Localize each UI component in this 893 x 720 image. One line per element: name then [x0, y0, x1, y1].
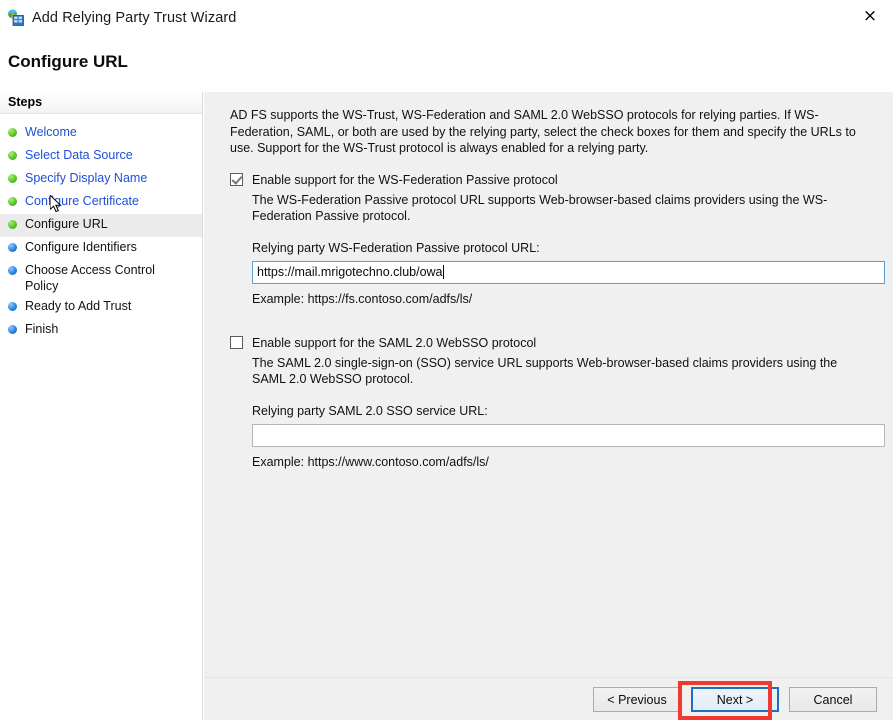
content-area: Steps Welcome Select Data Source Specify…	[0, 92, 893, 720]
sidebar-item-label: Ready to Add Trust	[25, 299, 132, 313]
intro-paragraph: AD FS supports the WS-Trust, WS-Federati…	[230, 108, 856, 155]
sidebar-item-label: Select Data Source	[25, 148, 133, 162]
step-bullet-icon	[8, 151, 17, 160]
close-icon[interactable]: ×	[847, 0, 893, 33]
wsfed-checkbox-row[interactable]: Enable support for the WS-Federation Pas…	[230, 173, 875, 187]
wsfed-section: The WS-Federation Passive protocol URL s…	[252, 192, 885, 306]
sidebar-item-label: Configure Certificate	[25, 194, 139, 208]
steps-sidebar: Steps Welcome Select Data Source Specify…	[0, 92, 203, 720]
saml-checkbox-label: Enable support for the SAML 2.0 WebSSO p…	[252, 335, 537, 350]
page-title: Configure URL	[8, 52, 128, 71]
sidebar-item-finish[interactable]: Finish	[0, 319, 202, 342]
sidebar-item-configure-url[interactable]: Configure URL	[0, 214, 202, 237]
sidebar-item-label: Choose Access Control Policy	[25, 263, 155, 293]
saml-section: The SAML 2.0 single-sign-on (SSO) servic…	[252, 355, 885, 469]
sidebar-item-label: Specify Display Name	[25, 171, 148, 185]
wsfed-url-value: https://mail.mrigotechno.club/owa	[257, 265, 443, 279]
steps-heading: Steps	[0, 92, 202, 114]
wsfed-url-label: Relying party WS-Federation Passive prot…	[252, 240, 540, 255]
next-button[interactable]: Next >	[691, 687, 779, 712]
wsfed-description: The WS-Federation Passive protocol URL s…	[252, 192, 828, 224]
sidebar-item-label: Configure URL	[25, 217, 108, 231]
sidebar-item-configure-identifiers[interactable]: Configure Identifiers	[0, 237, 202, 260]
steps-list: Welcome Select Data Source Specify Displ…	[0, 114, 202, 342]
saml-url-input[interactable]	[252, 423, 885, 447]
saml-description: The SAML 2.0 single-sign-on (SSO) servic…	[252, 355, 838, 387]
wsfed-checkbox-label: Enable support for the WS-Federation Pas…	[252, 172, 558, 187]
main-panel-inner: AD FS supports the WS-Trust, WS-Federati…	[204, 92, 893, 677]
dialog-footer: < Previous Next > Cancel	[204, 677, 893, 720]
footer-button-bar: < Previous Next > Cancel	[593, 687, 877, 712]
sidebar-item-specify-display-name[interactable]: Specify Display Name	[0, 168, 202, 191]
saml-url-example: Example: https://www.contoso.com/adfs/ls…	[252, 454, 489, 469]
saml-checkbox-row[interactable]: Enable support for the SAML 2.0 WebSSO p…	[230, 336, 875, 350]
network-window-icon	[7, 9, 25, 27]
sidebar-item-choose-access-control-policy[interactable]: Choose Access Control Policy	[0, 260, 202, 296]
sidebar-item-ready-to-add-trust[interactable]: Ready to Add Trust	[0, 296, 202, 319]
sidebar-item-label: Finish	[25, 322, 59, 336]
main-panel: AD FS supports the WS-Trust, WS-Federati…	[204, 92, 893, 720]
sidebar-item-configure-certificate[interactable]: Configure Certificate	[0, 191, 202, 214]
cancel-button[interactable]: Cancel	[789, 687, 877, 712]
step-bullet-icon	[8, 302, 17, 311]
title-bar: Add Relying Party Trust Wizard ×	[0, 0, 893, 36]
wsfed-url-example: Example: https://fs.contoso.com/adfs/ls/	[252, 291, 473, 306]
previous-button[interactable]: < Previous	[593, 687, 681, 712]
saml-url-label: Relying party SAML 2.0 SSO service URL:	[252, 403, 488, 418]
step-bullet-icon	[8, 128, 17, 137]
sidebar-item-label: Configure Identifiers	[25, 240, 137, 254]
sidebar-item-label: Welcome	[25, 125, 77, 139]
step-bullet-icon	[8, 197, 17, 206]
wsfed-checkbox[interactable]	[230, 173, 243, 186]
step-bullet-icon	[8, 243, 17, 252]
window-title: Add Relying Party Trust Wizard	[32, 10, 237, 26]
wsfed-url-input[interactable]: https://mail.mrigotechno.club/owa	[252, 260, 885, 284]
sidebar-item-select-data-source[interactable]: Select Data Source	[0, 145, 202, 168]
step-bullet-icon	[8, 325, 17, 334]
step-bullet-icon	[8, 266, 17, 275]
text-caret	[442, 265, 444, 279]
step-bullet-icon	[8, 174, 17, 183]
step-bullet-icon	[8, 220, 17, 229]
sidebar-item-welcome[interactable]: Welcome	[0, 122, 202, 145]
saml-checkbox[interactable]	[230, 336, 243, 349]
